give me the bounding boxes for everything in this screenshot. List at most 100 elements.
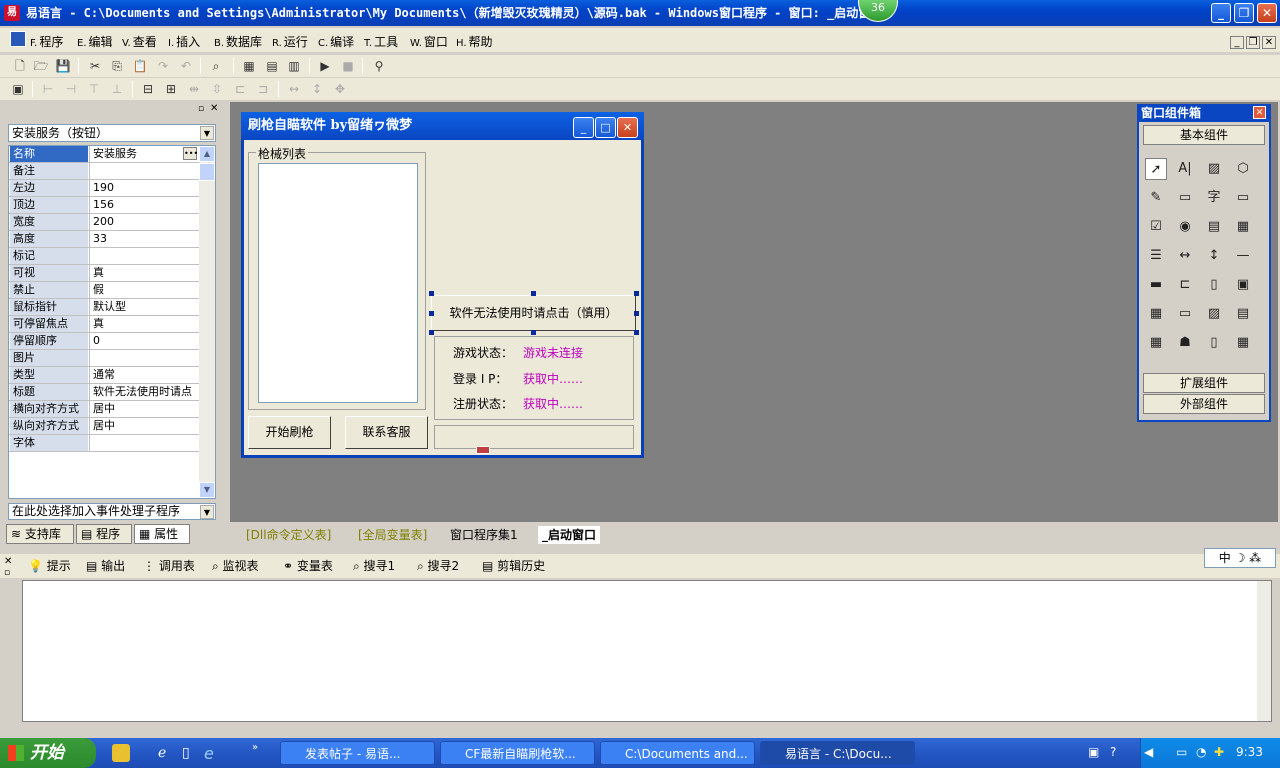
mdi-close-button[interactable]: ✕ [1262,36,1276,49]
property-value[interactable]: 33 [89,231,199,247]
edit-icon[interactable]: ✎ [1145,187,1167,209]
find-icon[interactable]: ⌕ [208,58,224,74]
button-icon[interactable]: ▭ [1174,303,1196,325]
form-maximize-button[interactable]: □ [595,117,616,138]
align-right-icon[interactable]: ⊣ [63,81,79,97]
task-explorer[interactable]: C:\Documents and... [600,741,755,765]
tab-search1[interactable]: ⌕ 搜寻1 [353,558,395,574]
install-service-button[interactable]: 软件无法使用时请点击（慎用） [431,295,636,331]
scroll-up-icon[interactable]: ▲ [199,146,215,162]
layout-3-icon[interactable]: ▥ [286,58,302,74]
property-value[interactable]: 0 [89,333,199,349]
property-row[interactable]: 停留顺序 0 [9,333,199,350]
run-icon[interactable]: ▶ [317,58,333,74]
vscroll-icon[interactable]: ↕ [1203,245,1225,267]
extended-components-button[interactable]: 扩展组件 [1143,373,1265,393]
event-selector[interactable]: 在此处选择加入事件处理子程序 ▼ [8,503,216,520]
combobox-icon[interactable]: ▤ [1203,216,1225,238]
property-row[interactable]: 高度 33 [9,231,199,248]
property-value[interactable]: 居中 [89,418,199,434]
object-selector[interactable]: 安装服务（按钮） ▼ [8,124,216,142]
align-top-icon[interactable]: ⊤ [86,81,102,97]
menu-insert[interactable]: I. 插入 [168,33,200,50]
listbox-icon[interactable]: ▦ [1232,216,1254,238]
align-left-icon[interactable]: ⊢ [40,81,56,97]
property-row[interactable]: 禁止假 [9,282,199,299]
menu-compile[interactable]: C. 编译 [318,33,354,50]
scroll-thumb[interactable] [199,163,215,181]
mdi-restore-button[interactable]: ❐ [1246,36,1260,49]
selection-handle[interactable] [634,311,639,316]
selection-handle[interactable] [531,291,536,296]
start-button[interactable]: 开始 [0,738,96,768]
property-value[interactable]: 通常 [89,367,199,383]
contact-support-button[interactable]: 联系客服 [345,416,428,449]
stop-icon[interactable]: ■ [340,58,356,74]
property-row[interactable]: 备注 [9,163,199,180]
image-icon[interactable]: ▨ [1203,158,1225,180]
radio-icon[interactable]: ◉ [1174,216,1196,238]
output-pin-icon[interactable]: ▫ [4,568,10,578]
property-row[interactable]: 顶边 156 [9,197,199,214]
close-button[interactable]: ✕ [1257,3,1277,23]
tab-variables[interactable]: ⚭ 变量表 [283,558,333,574]
timer-icon[interactable] [476,446,490,454]
property-row[interactable]: 纵向对齐方式 居中 [9,418,199,435]
tab-watch[interactable]: ⌕ 监视表 [212,558,259,574]
property-value[interactable]: 156 [89,197,199,213]
scroll-down-icon[interactable]: ▼ [199,482,215,498]
size-v-icon[interactable]: ↕ [309,81,325,97]
chevron-down-icon[interactable]: ▼ [200,126,214,140]
binoculars-icon[interactable]: ⚲ [371,58,387,74]
property-value[interactable] [89,248,199,264]
property-row[interactable]: 左边 190 [9,180,199,197]
quicklaunch-app-icon[interactable] [112,744,130,762]
menu-program[interactable]: F. 程序 [30,33,63,50]
weapon-listbox[interactable] [258,163,418,403]
shape-icon[interactable]: ⬡ [1232,158,1254,180]
save-icon[interactable]: 💾 [55,58,71,74]
tab-support-library[interactable]: ≋ 支持库 [6,524,74,544]
panel-close-icon[interactable]: ✕ [210,103,218,114]
network-icon[interactable]: ▭ [1176,745,1187,759]
table-icon[interactable]: ▦ [1145,332,1167,354]
pointer-icon[interactable]: ➚ [1145,158,1167,180]
property-row[interactable]: 标题 软件无法使用时请点 [9,384,199,401]
start-button[interactable]: 开始刷枪 [248,416,331,449]
network-icon[interactable]: ☗ [1174,332,1196,354]
quicklaunch-ie-icon[interactable]: ℯ [158,745,166,761]
center-h-icon[interactable]: ⊟ [140,81,156,97]
groupbox-icon[interactable]: ▭ [1174,187,1196,209]
output-text-area[interactable] [22,580,1272,722]
selection-handle[interactable] [531,330,536,335]
picture-icon[interactable]: ▣ [1232,274,1254,296]
tab-program[interactable]: ▤ 程序 [76,524,132,544]
tab-properties[interactable]: ▦ 属性 [134,524,190,544]
task-eyuyan[interactable]: 易语言 - C:\Docu... [760,741,915,765]
checkbox-icon[interactable]: ☑ [1145,216,1167,238]
wifi-icon[interactable]: ◔ [1196,745,1206,759]
property-value[interactable]: 默认型 [89,299,199,315]
selection-handle[interactable] [429,330,434,335]
tab-startup-window[interactable]: _启动窗口 [538,526,601,544]
menu-tools[interactable]: T. 工具 [364,33,398,50]
property-row[interactable]: 横向对齐方式 居中 [9,401,199,418]
property-value[interactable] [89,435,199,451]
help-icon[interactable]: ? [1110,745,1116,759]
task-cf-software[interactable]: CF最新自瞄刷枪软... [440,741,595,765]
tab-output[interactable]: ▤ 输出 [86,558,125,574]
layout-1-icon[interactable]: ▦ [241,58,257,74]
property-row[interactable]: 鼠标指针 默认型 [9,299,199,316]
size-both-icon[interactable]: ✥ [332,81,348,97]
hscroll-icon[interactable]: ↔ [1174,245,1196,267]
drive-icon[interactable]: ▯ [1203,332,1225,354]
selection-handle[interactable] [429,311,434,316]
property-row[interactable]: 可停留焦点真 [9,316,199,333]
ime-indicator[interactable]: 中 ☽ ⁂ [1204,548,1276,568]
property-value[interactable]: 真 [89,265,199,281]
quicklaunch-more-icon[interactable]: » [252,742,258,753]
grid-icon[interactable]: ▦ [1145,303,1167,325]
tray-app-icon[interactable]: ▣ [1088,745,1099,759]
quicklaunch-desktop-icon[interactable]: ▯ [182,745,190,761]
divider-icon[interactable]: — [1232,245,1254,267]
